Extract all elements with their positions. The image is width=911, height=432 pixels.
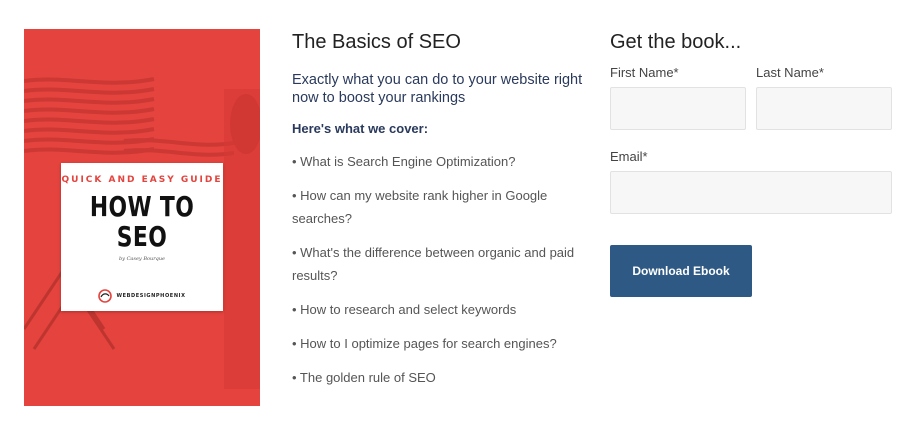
cover-brand-name: WEBDESIGNPHOENIX xyxy=(116,293,186,299)
topic-item: • How can my website rank higher in Goog… xyxy=(292,188,548,226)
form-title: Get the book... xyxy=(610,31,742,53)
first-name-field[interactable] xyxy=(610,87,746,130)
topic-item: • How to research and select keywords xyxy=(292,302,517,317)
brand-swirl-icon xyxy=(98,289,113,303)
ebook-download-form: Get the book... First Name* Last Name* E… xyxy=(610,30,892,297)
ebook-cover-image: Quick and Easy Guide HOW TO SEO by Casey… xyxy=(24,29,260,406)
download-ebook-button[interactable]: Download Ebook xyxy=(610,245,752,297)
cover-title-card: Quick and Easy Guide HOW TO SEO by Casey… xyxy=(61,163,223,311)
ebook-download-section: Quick and Easy Guide HOW TO SEO by Casey… xyxy=(0,0,911,432)
cover-title: HOW TO SEO xyxy=(89,190,195,253)
topic-item: • What is Search Engine Optimization? xyxy=(292,154,516,169)
topic-item: • The golden rule of SEO xyxy=(292,370,436,385)
section-heading: The Basics of SEO xyxy=(292,31,461,53)
cover-tagline: Quick and Easy Guide xyxy=(61,175,223,185)
section-subtitle: Exactly what you can do to your website … xyxy=(292,72,583,106)
cover-brand-logo: WEBDESIGNPHOENIX xyxy=(61,289,223,303)
ebook-description: The Basics of SEO Exactly what you can d… xyxy=(292,30,592,385)
topic-item: • What's the difference between organic … xyxy=(292,245,575,283)
email-field[interactable] xyxy=(610,171,892,214)
topics-label: Here's what we cover: xyxy=(292,121,429,136)
email-label: Email* xyxy=(610,149,648,164)
cover-author: by Casey Bourque xyxy=(118,256,166,262)
topic-item: • How to I optimize pages for search eng… xyxy=(292,336,557,351)
first-name-label: First Name* xyxy=(610,65,679,80)
last-name-field[interactable] xyxy=(756,87,892,130)
last-name-label: Last Name* xyxy=(756,65,824,80)
